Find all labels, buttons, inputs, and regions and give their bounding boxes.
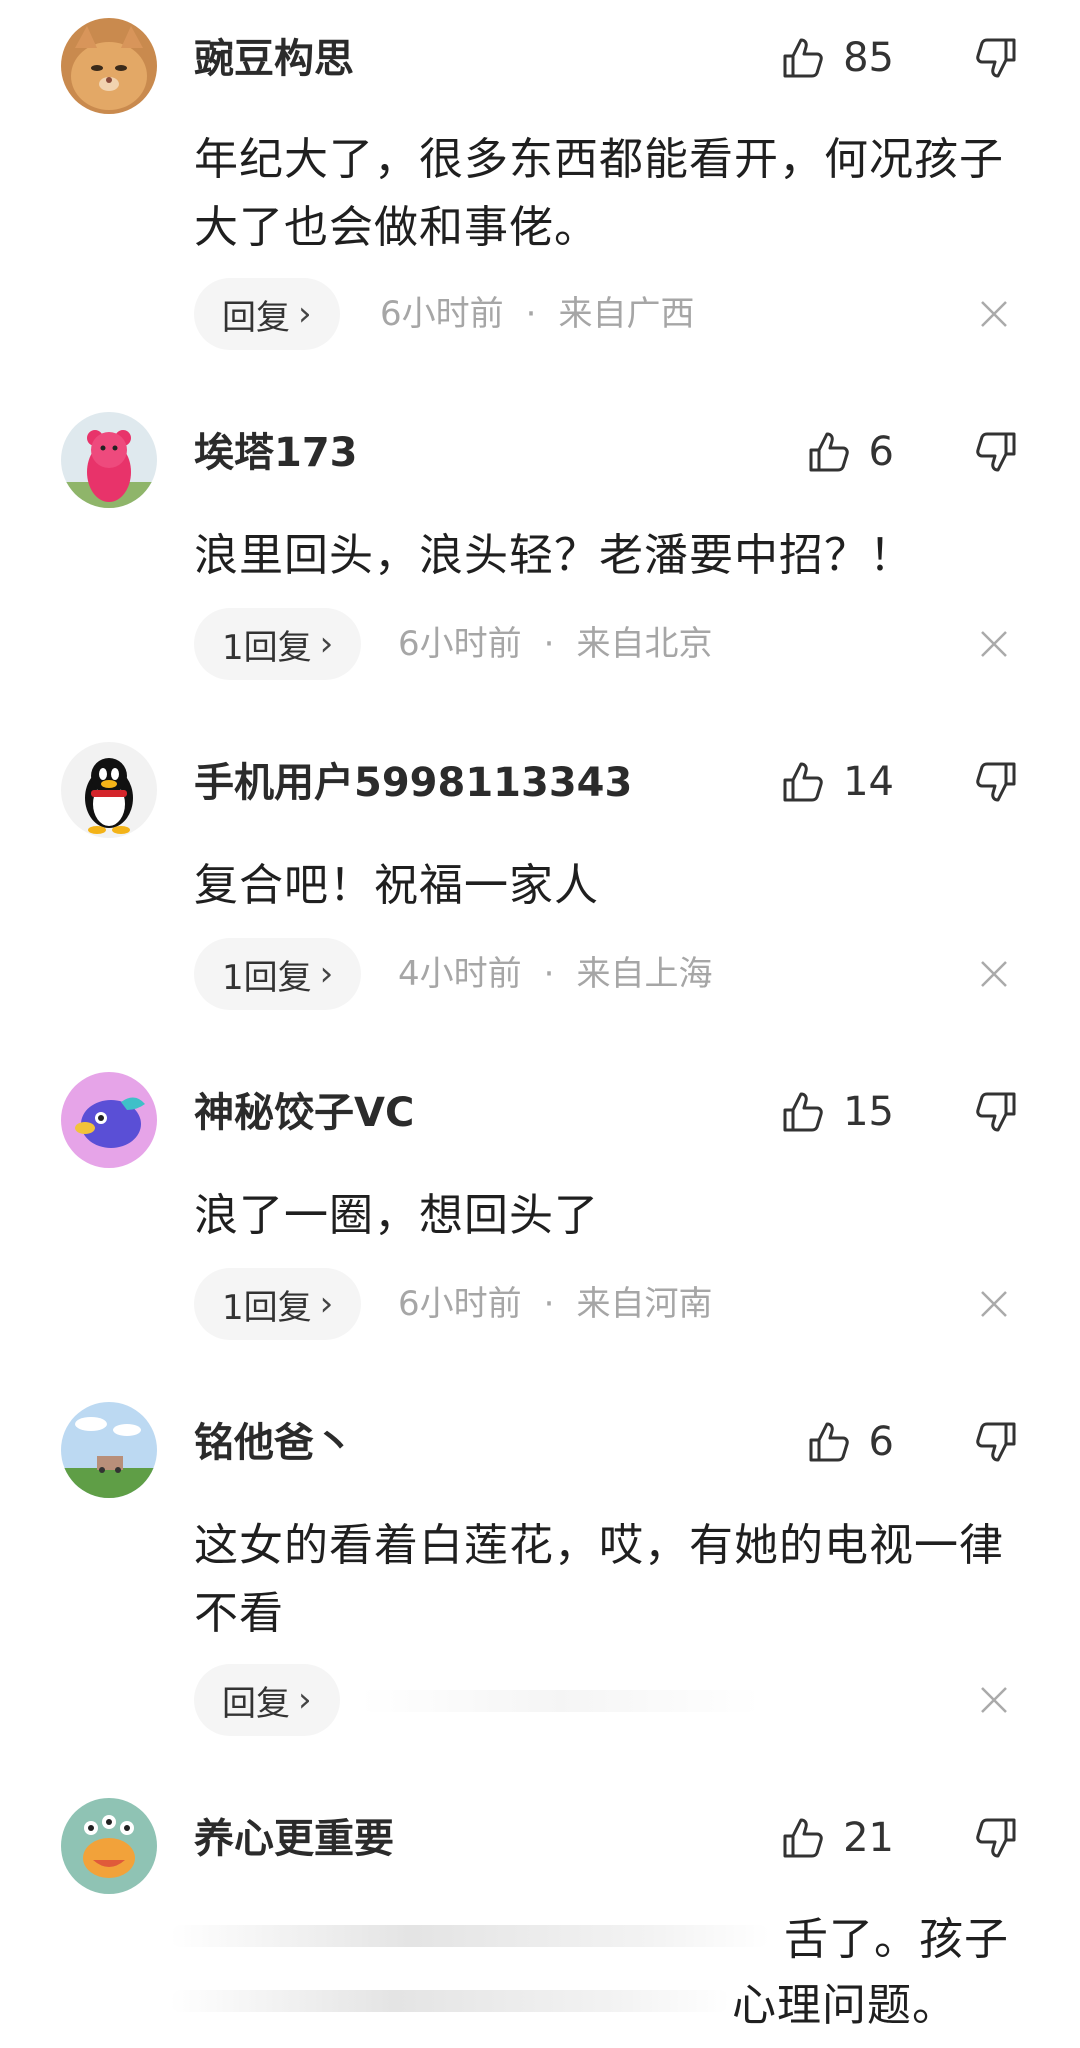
comment-text: 复合吧！祝福一家人 <box>194 860 599 911</box>
comment-text: 这女的看着白莲花，哎，有她的电视一律不看 <box>194 1520 1004 1639</box>
close-icon <box>981 631 1007 657</box>
dislike-button[interactable] <box>972 1084 1020 1140</box>
comment-time: 6小时前 <box>398 1284 522 1324</box>
like-count: 15 <box>843 1089 894 1135</box>
chevron-right-icon: › <box>298 1680 312 1720</box>
username[interactable]: 养心更重要 <box>194 1814 394 1864</box>
username[interactable]: 神秘饺子VC <box>194 1088 414 1138</box>
pink-bear-avatar-icon <box>61 412 157 508</box>
monster-avatar-icon <box>61 1798 157 1894</box>
username[interactable]: 豌豆构思 <box>194 34 354 84</box>
reply-label: 1回复 <box>222 627 312 668</box>
comment-time: 6小时前 <box>398 624 522 664</box>
landscape-avatar-icon <box>61 1402 157 1498</box>
avatar[interactable] <box>61 18 157 114</box>
thumbs-up-icon <box>809 1422 849 1462</box>
close-icon <box>981 1291 1007 1317</box>
like-count: 21 <box>843 1815 894 1861</box>
comment-text: 心理问题。 <box>732 1980 957 2031</box>
penguin-avatar-icon <box>61 742 157 838</box>
avatar[interactable] <box>61 1402 157 1498</box>
dislike-button[interactable] <box>972 30 1020 86</box>
comment-meta: 4小时前 · 来自上海 <box>398 938 712 1010</box>
close-button[interactable] <box>978 1664 1010 1736</box>
comment-time: 6小时前 <box>380 294 504 334</box>
avatar[interactable] <box>61 742 157 838</box>
reply-label: 回复 <box>222 1683 290 1724</box>
comment-meta: 6小时前 · 来自河南 <box>398 1268 712 1340</box>
thumbs-down-icon <box>976 1092 1016 1132</box>
dislike-button[interactable] <box>972 1414 1020 1470</box>
reply-label: 1回复 <box>222 957 312 998</box>
close-icon <box>981 961 1007 987</box>
comment-location: 来自北京 <box>576 624 713 664</box>
dislike-button[interactable] <box>972 1810 1020 1866</box>
avatar[interactable] <box>61 1072 157 1168</box>
dislike-button[interactable] <box>972 754 1020 810</box>
chevron-right-icon: › <box>298 294 312 334</box>
reply-button[interactable]: 1回复 › <box>194 1268 362 1340</box>
reply-button[interactable]: 1回复 › <box>194 608 362 680</box>
comment-meta: 6小时前 · 来自北京 <box>398 608 712 680</box>
like-button[interactable]: 14 <box>779 754 894 810</box>
close-button[interactable] <box>978 1268 1010 1340</box>
comment-location: 来自河南 <box>576 1284 713 1324</box>
like-count: 6 <box>868 1419 894 1465</box>
comment-text: 舌了。孩子 <box>784 1914 1009 1965</box>
reply-button[interactable]: 回复 › <box>194 1664 340 1736</box>
reply-label: 1回复 <box>222 1287 312 1328</box>
close-icon <box>981 301 1007 327</box>
thumbs-up-icon <box>783 1092 823 1132</box>
like-button[interactable]: 6 <box>805 424 894 480</box>
thumbs-down-icon <box>976 1818 1016 1858</box>
close-button[interactable] <box>978 608 1010 680</box>
thumbs-down-icon <box>976 762 1016 802</box>
avatar[interactable] <box>61 412 157 508</box>
cat-avatar-icon <box>61 18 157 114</box>
thumbs-up-icon <box>783 38 823 78</box>
reply-button[interactable]: 1回复 › <box>194 938 362 1010</box>
redacted-text <box>170 1990 730 2012</box>
comment-time: 4小时前 <box>398 954 522 994</box>
reply-button[interactable]: 回复 › <box>194 278 340 350</box>
meta-separator: · <box>543 624 555 664</box>
like-button[interactable]: 21 <box>779 1810 894 1866</box>
chevron-right-icon: › <box>319 954 334 994</box>
reply-label: 回复 <box>222 297 290 338</box>
redacted-text <box>170 1925 770 1947</box>
close-button[interactable] <box>978 278 1010 350</box>
like-button[interactable]: 15 <box>779 1084 894 1140</box>
thumbs-down-icon <box>976 432 1016 472</box>
comment-location: 来自广西 <box>558 294 695 334</box>
thumbs-up-icon <box>783 762 823 802</box>
like-count: 6 <box>868 429 894 475</box>
thumbs-up-icon <box>809 432 849 472</box>
comment-text: 浪了一圈，想回头了 <box>194 1190 599 1241</box>
meta-separator: · <box>543 954 555 994</box>
chevron-right-icon: › <box>319 1284 334 1324</box>
meta-separator: · <box>525 294 537 334</box>
username[interactable]: 铭他爸丶 <box>194 1418 354 1468</box>
like-button[interactable]: 85 <box>779 30 894 86</box>
thumbs-down-icon <box>976 1422 1016 1462</box>
comment-meta: 6小时前 · 来自广西 <box>380 278 694 350</box>
close-icon <box>981 1687 1007 1713</box>
comment-text: 年纪大了，很多东西都能看开，何况孩子大了也会做和事佬。 <box>194 134 1004 253</box>
comment-location: 来自上海 <box>576 954 713 994</box>
like-count: 85 <box>843 35 894 81</box>
avatar[interactable] <box>61 1798 157 1894</box>
meta-separator: · <box>543 1284 555 1324</box>
close-button[interactable] <box>978 938 1010 1010</box>
username[interactable]: 手机用户5998113343 <box>194 758 632 808</box>
comment-text: 浪里回头，浪头轻？老潘要中招？！ <box>194 530 914 581</box>
chevron-right-icon: › <box>319 624 334 664</box>
like-button[interactable]: 6 <box>805 1414 894 1470</box>
like-count: 14 <box>843 759 894 805</box>
thumbs-up-icon <box>783 1818 823 1858</box>
thumbs-down-icon <box>976 38 1016 78</box>
username[interactable]: 埃塔173 <box>194 428 358 478</box>
redacted-meta <box>360 1690 760 1712</box>
fish-avatar-icon <box>61 1072 157 1168</box>
dislike-button[interactable] <box>972 424 1020 480</box>
